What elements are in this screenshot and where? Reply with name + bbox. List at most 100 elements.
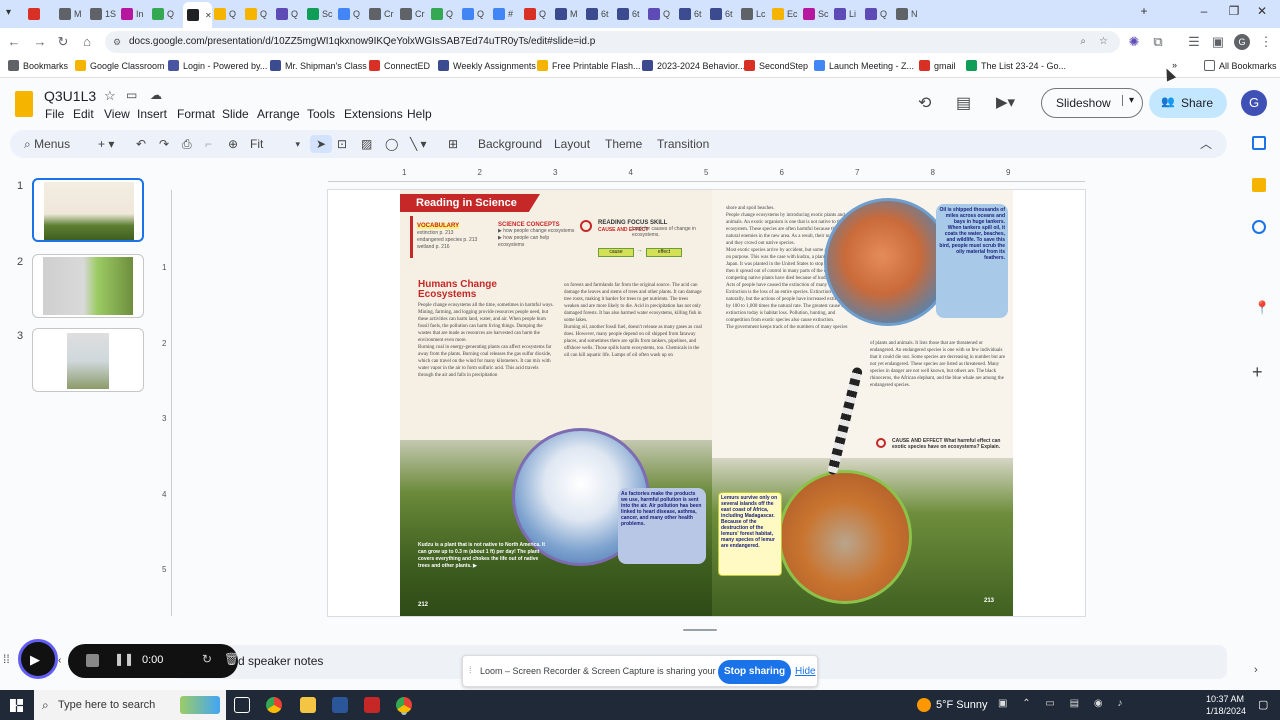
menu-insert[interactable]: Insert [137,107,167,121]
system-tray-icons[interactable]: ▣ ⌃ ▭ ▤ ◉ ♪ [998,698,1128,709]
grid-view-icon[interactable]: ⁞⁞ [3,652,10,666]
browser-tab[interactable]: Cr [400,5,429,23]
browser-tab[interactable]: 6t [679,5,708,23]
bookmark-item[interactable]: Login - Powered by... [168,60,267,71]
document-title[interactable]: Q3U1L3 [44,88,96,104]
site-info-icon[interactable]: ⚙ [113,31,121,53]
task-view-icon[interactable] [234,697,250,713]
maximize-button[interactable]: ❐ [1224,4,1244,22]
text-box-icon[interactable]: ⊡ [337,135,347,153]
browser-tab[interactable]: In [121,5,150,23]
browser-tab[interactable]: Ec [772,5,801,23]
slide-thumbnail[interactable] [32,254,144,318]
bookmark-item[interactable]: SecondStep [744,60,808,71]
browser-tab[interactable]: Sc [307,5,336,23]
all-bookmarks-button[interactable]: All Bookmarks [1204,60,1277,71]
share-button[interactable]: 👥 Share [1149,88,1227,118]
browser-tab[interactable]: Q [152,5,181,23]
bookmark-item[interactable]: ConnectED [369,60,430,71]
maps-icon[interactable]: 📍 [1254,300,1270,316]
add-addon-icon[interactable]: + [1252,362,1263,383]
close-window-button[interactable]: ✕ [1252,4,1272,22]
account-avatar[interactable]: G [1241,90,1267,116]
browser-tab[interactable]: Q [524,5,553,23]
theme-button[interactable]: Theme [605,135,642,153]
clock-time[interactable]: 10:37 AM [1206,694,1244,704]
collapse-arrow-icon[interactable]: ‹ [58,655,61,666]
bookmark-item[interactable]: Mr. Shipman's Class [270,60,367,71]
redo-icon[interactable]: ↷ [159,135,169,153]
transition-button[interactable]: Transition [657,135,709,153]
browser-tab[interactable]: Q [245,5,274,23]
bookmark-item[interactable]: The List 23-24 - Go... [966,60,1066,71]
menu-extensions[interactable]: Extensions [344,107,403,121]
menu-help[interactable]: Help [407,107,432,121]
taskbar-search[interactable]: ⌕ Type here to search [34,690,226,720]
bookmark-item[interactable]: gmail [919,60,956,71]
file-explorer-icon[interactable] [300,697,316,713]
browser-tab[interactable]: Q [431,5,460,23]
extension-icon[interactable]: ✺ [1126,34,1142,50]
clock-date[interactable]: 1/18/2024 [1206,706,1246,716]
browser-tab[interactable]: Q [214,5,243,23]
textbook-spread-image[interactable]: Reading in Science VOCABULARY extinction… [400,190,1013,616]
menu-edit[interactable]: Edit [73,107,94,121]
forward-icon[interactable]: → [32,34,48,50]
browser-tab[interactable]: Li [834,5,863,23]
browser-tab[interactable]: Q [865,5,894,23]
bookmark-item[interactable]: Launch Meeting - Z... [814,60,914,71]
keep-icon[interactable] [1252,178,1266,192]
bookmark-item[interactable]: Google Classroom [75,60,165,71]
browser-tab[interactable]: Q [462,5,491,23]
bookmark-star-icon[interactable]: ☆ [1099,31,1108,53]
browser-tab[interactable]: M [59,5,88,23]
restart-icon[interactable]: ↻ [202,652,212,666]
chrome-active-icon[interactable] [396,697,412,713]
bookmark-item[interactable]: Free Printable Flash... [537,60,641,71]
print-icon[interactable]: ⎙ [182,135,192,153]
cloud-status-icon[interactable]: ☁ [150,88,162,102]
start-button[interactable] [10,699,23,712]
comment-icon[interactable]: ⊞ [448,135,458,153]
browser-tab[interactable]: Q [648,5,677,23]
browser-tab[interactable] [28,5,57,23]
layout-button[interactable]: Layout [554,135,590,153]
shape-icon[interactable]: ◯ [385,135,398,153]
show-side-panel-icon[interactable]: › [1254,664,1258,676]
zoom-icon[interactable]: ⌕ [1080,31,1086,53]
browser-tab[interactable]: N [896,5,925,23]
media-icon[interactable]: ☰ [1186,34,1202,50]
pause-icon[interactable]: ❚❚ [114,652,134,666]
menu-file[interactable]: File [45,107,64,121]
slideshow-button[interactable]: Slideshow ▾ [1041,88,1143,118]
browser-tab[interactable]: 6t [617,5,646,23]
slide-thumbnail[interactable] [32,328,144,392]
new-slide-button[interactable]: + ▾ [98,135,114,153]
profile-avatar[interactable]: G [1234,34,1250,50]
home-icon[interactable]: ⌂ [79,34,95,50]
browser-tab[interactable]: # [493,5,522,23]
browser-tab[interactable]: Lc [741,5,770,23]
word-icon[interactable] [332,697,348,713]
weather-text[interactable]: 5°F Sunny [936,699,987,711]
menu-tools[interactable]: Tools [307,107,335,121]
slideshow-dropdown-icon[interactable]: ▾ [1121,95,1134,106]
browser-tab[interactable]: Q [338,5,367,23]
extensions-puzzle-icon[interactable]: ⧉ [1150,34,1166,50]
stop-recording-icon[interactable] [86,654,99,667]
select-tool-icon[interactable]: ➤ [310,135,332,153]
browser-tab[interactable]: M [555,5,584,23]
loom-camera-button[interactable]: ▶ [18,639,58,679]
reload-icon[interactable]: ↻ [55,34,71,50]
app-icon[interactable] [364,697,380,713]
drag-handle-icon[interactable]: ⁞ [469,665,472,675]
zoom-icon[interactable]: ⊕ [228,135,238,153]
slides-logo[interactable] [15,91,33,117]
browser-tab[interactable]: ✕ [183,2,212,28]
new-tab-button[interactable]: + [1134,4,1154,22]
undo-icon[interactable]: ↶ [136,135,146,153]
menu-format[interactable]: Format [177,107,215,121]
browser-tab[interactable]: 6t [586,5,615,23]
chrome-taskbar-icon[interactable] [266,697,282,713]
slide-thumbnail[interactable] [32,178,144,242]
